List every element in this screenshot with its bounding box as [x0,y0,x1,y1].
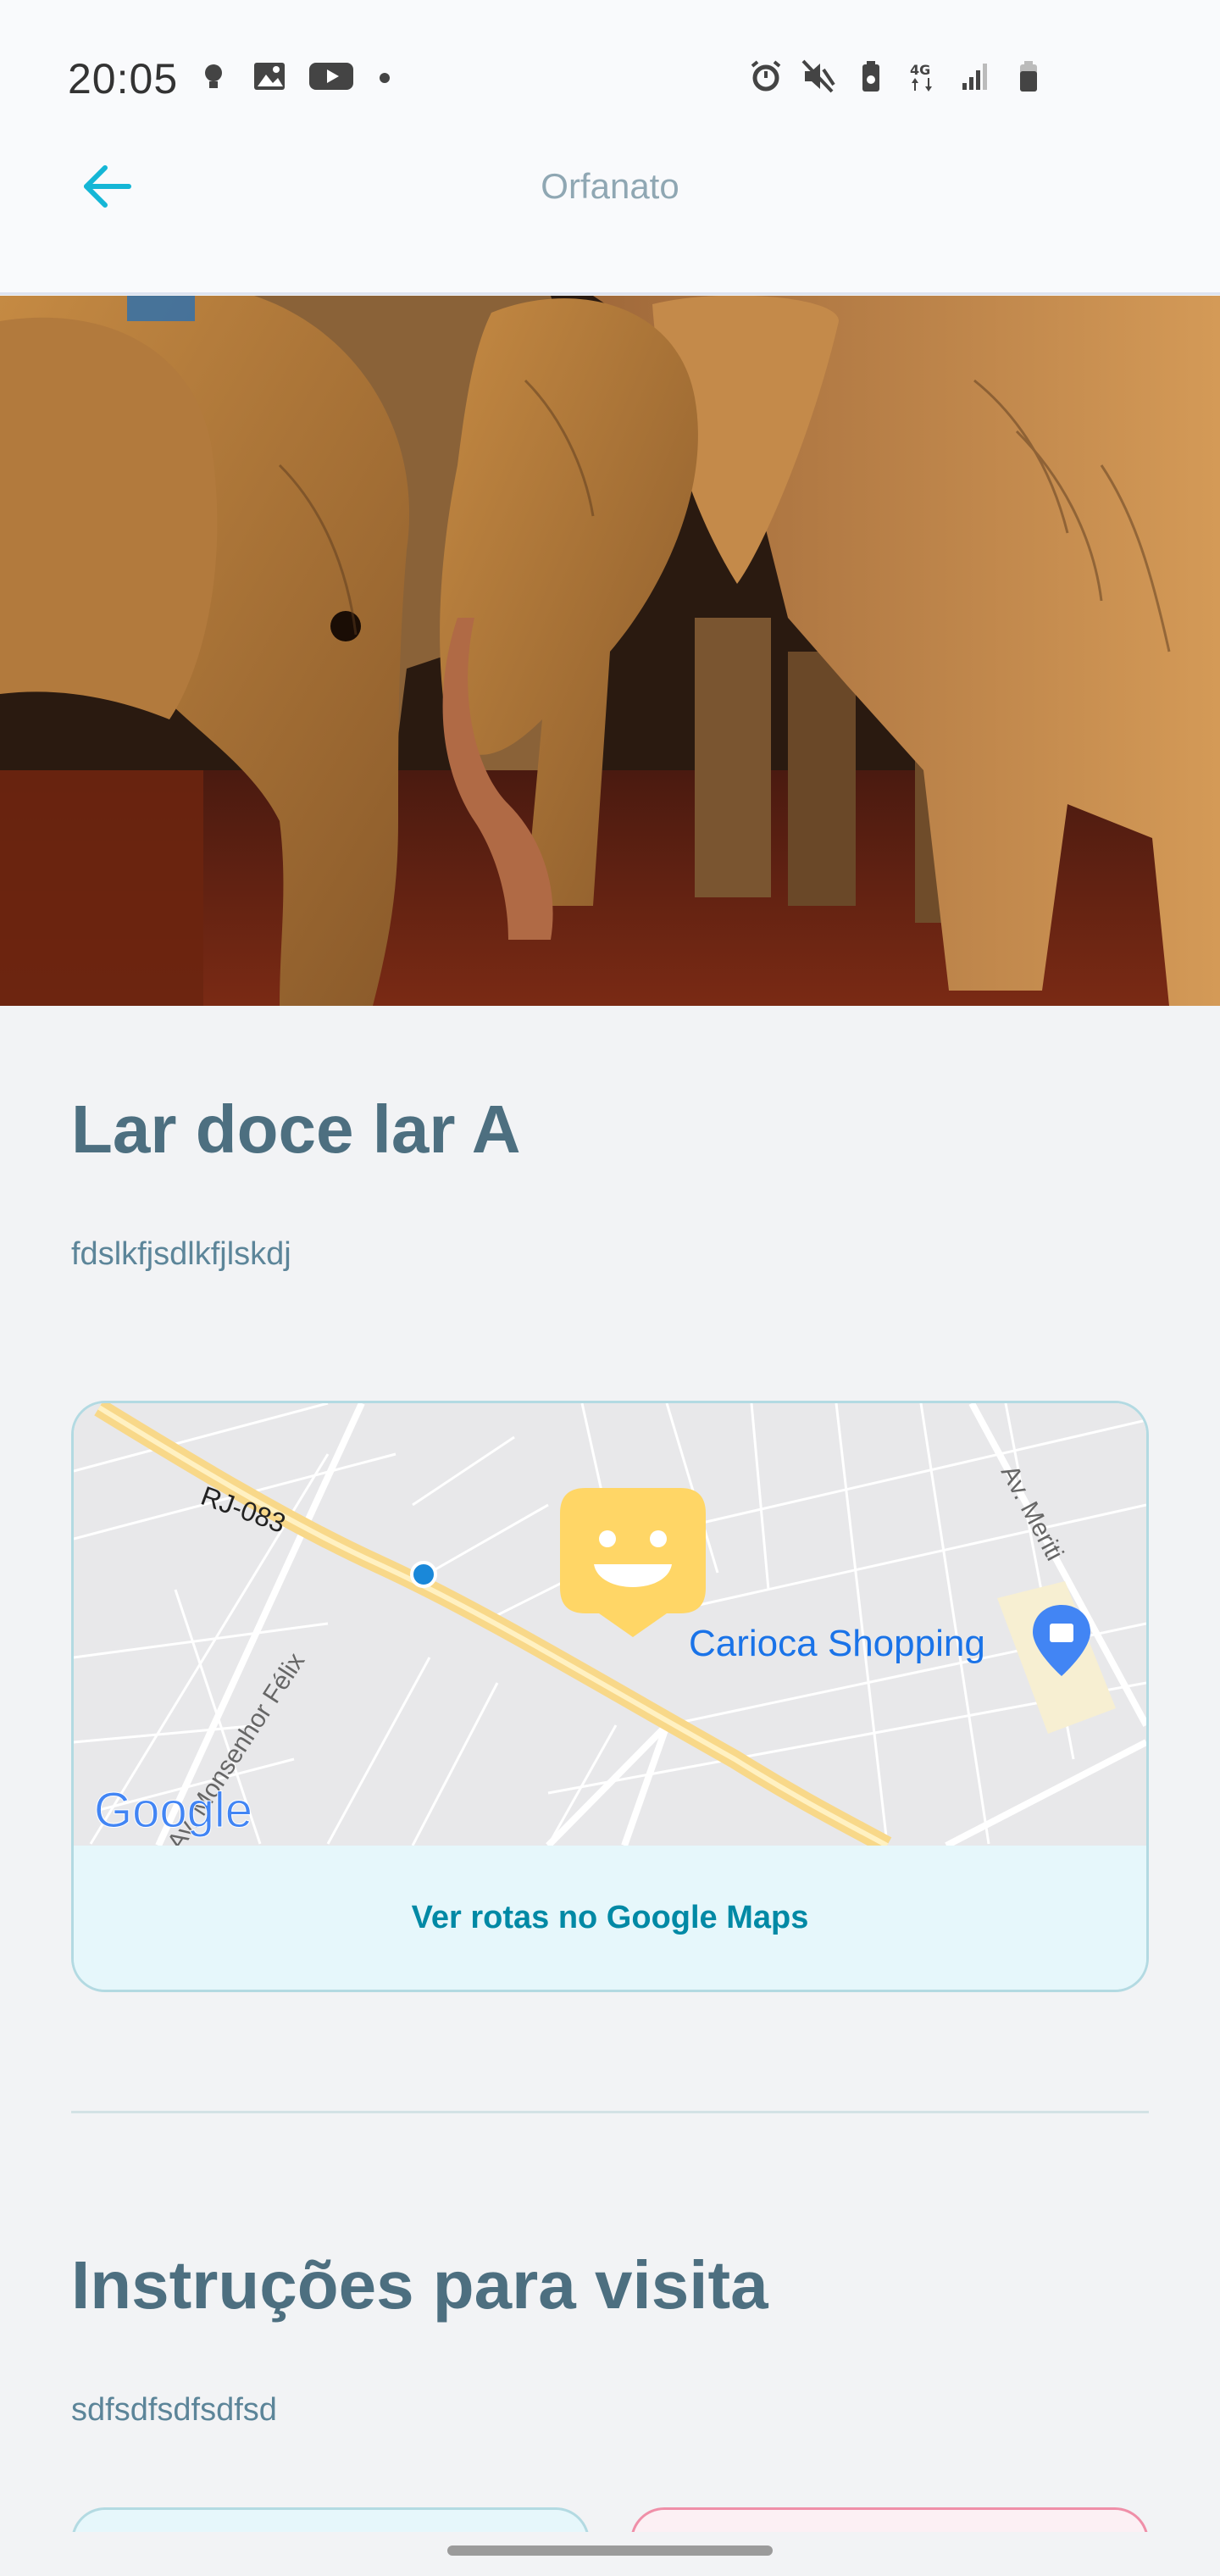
mute-icon [801,59,835,93]
directions-link[interactable]: Ver rotas no Google Maps [412,1900,809,1936]
dot-icon [380,73,390,83]
battery-icon [1020,61,1037,92]
svg-text:4G: 4G [910,62,930,78]
map-view[interactable]: RJ-083 Av. Monsenhor Félix Av. Meriti Ca… [74,1403,1146,1846]
alarm-icon [751,60,781,92]
status-time: 20:05 [68,55,179,103]
map-graphic: RJ-083 Av. Monsenhor Félix Av. Meriti Ca… [74,1403,1146,1846]
signal-icon [962,64,987,90]
orphanage-name: Lar doce lar A [71,1091,521,1167]
instructions-text: sdfsdfsdfsdfsd [71,2392,277,2428]
image-icon [254,63,285,90]
map-card: RJ-083 Av. Monsenhor Félix Av. Meriti Ca… [71,1401,1149,1992]
metro-station-icon [410,1561,437,1588]
app-header: Orfanato [0,127,1220,295]
map-place-label: Carioca Shopping [689,1623,985,1664]
orphanage-about: fdslkfjsdlkfjlskdj [71,1236,291,1272]
instructions-title: Instruções para visita [71,2247,768,2323]
elephants-image [0,296,1220,1006]
home-indicator[interactable] [447,2545,773,2556]
status-left-icons [197,59,393,93]
network-4g-icon: 4G [910,62,932,92]
section-divider [71,2111,1149,2113]
youtube-icon [309,63,353,90]
directions-button[interactable]: Ver rotas no Google Maps [74,1846,1146,1990]
lightbulb-icon [205,64,222,88]
battery-saver-icon [862,61,879,92]
status-right-icons: 4G [749,59,1045,93]
header-title: Orfanato [541,166,679,206]
google-logo: Google [94,1783,252,1838]
orphanage-photo[interactable] [0,296,1220,1006]
